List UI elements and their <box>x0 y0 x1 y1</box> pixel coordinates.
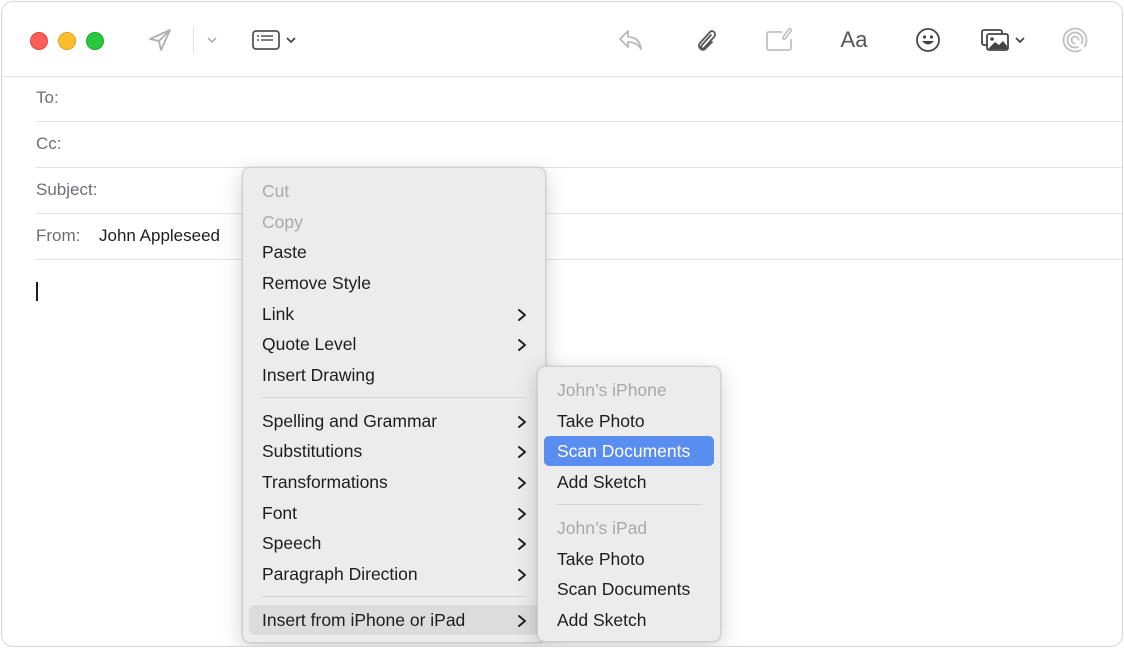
chevron-right-icon <box>517 445 527 464</box>
menu-item-copy[interactable]: Copy <box>249 207 539 237</box>
toolbar: Aa <box>2 2 1122 77</box>
attachment-icon <box>698 30 716 51</box>
zoom-button[interactable] <box>86 32 104 50</box>
submenu-item-label: Take Photo <box>557 411 645 431</box>
submenu-device-header: John’s iPad <box>544 513 714 543</box>
from-label: From: <box>36 226 81 245</box>
menu-item-label: Insert from iPhone or iPad <box>262 610 466 630</box>
menu-item-spelling-and-grammar[interactable]: Spelling and Grammar <box>249 406 539 436</box>
to-row[interactable]: To: <box>36 76 1122 122</box>
minimize-button[interactable] <box>58 32 76 50</box>
format-text-icon: Aa <box>840 27 868 52</box>
menu-item-label: Insert Drawing <box>262 365 375 385</box>
menu-item-label: Paragraph Direction <box>262 564 418 584</box>
chevron-right-icon <box>517 476 527 495</box>
submenu-device-header: John’s iPhone <box>544 375 714 405</box>
submenu-item-take-photo[interactable]: Take Photo <box>544 406 714 436</box>
menu-item-cut[interactable]: Cut <box>249 176 539 206</box>
device-name: John’s iPad <box>557 518 648 538</box>
menu-item-link[interactable]: Link <box>249 299 539 329</box>
chevron-down-icon <box>207 37 217 44</box>
menu-item-label: Remove Style <box>262 273 371 293</box>
menu-item-speech[interactable]: Speech <box>249 528 539 558</box>
reply-icon <box>619 30 642 50</box>
menu-item-insert-from-iphone-or-ipad[interactable]: Insert from iPhone or iPad <box>249 605 539 635</box>
annotate-button[interactable] <box>762 24 796 56</box>
chevron-right-icon <box>517 614 527 633</box>
menu-item-label: Paste <box>262 242 307 262</box>
submenu-item-label: Take Photo <box>557 549 645 569</box>
submenu-item-scan-documents[interactable]: Scan Documents <box>544 574 714 604</box>
cc-row[interactable]: Cc: <box>36 122 1122 168</box>
from-account-select[interactable]: John Appleseed <box>99 226 220 246</box>
submenu-item-label: Add Sketch <box>557 610 647 630</box>
menu-item-transformations[interactable]: Transformations <box>249 467 539 497</box>
reply-button[interactable] <box>614 24 648 56</box>
menu-item-label: Cut <box>262 181 290 201</box>
chevron-right-icon <box>517 507 527 526</box>
format-button[interactable]: Aa <box>836 24 872 56</box>
device-name: John’s iPhone <box>557 380 667 400</box>
chevron-right-icon <box>517 568 527 587</box>
menu-item-label: Speech <box>262 533 322 553</box>
submenu-item-add-sketch[interactable]: Add Sketch <box>544 467 714 497</box>
header-fields-icon <box>252 30 280 50</box>
menu-separator <box>262 397 526 398</box>
chevron-right-icon <box>517 308 527 327</box>
photo-browser-icon <box>981 29 1009 51</box>
attach-button[interactable] <box>690 24 722 56</box>
chevron-down-icon <box>1015 37 1025 44</box>
submenu-item-scan-documents[interactable]: Scan Documents <box>544 436 714 466</box>
chevron-right-icon <box>517 338 527 357</box>
menu-separator <box>262 596 526 597</box>
menu-item-paragraph-direction[interactable]: Paragraph Direction <box>249 559 539 589</box>
mail-compose-window: Aa To: Cc: Subject: From: John Appleseed… <box>1 1 1123 647</box>
menu-item-insert-drawing[interactable]: Insert Drawing <box>249 360 539 390</box>
menu-item-remove-style[interactable]: Remove Style <box>249 268 539 298</box>
chevron-right-icon <box>517 537 527 556</box>
to-label: To: <box>36 88 59 107</box>
menu-item-label: Link <box>262 304 295 324</box>
chevron-right-icon <box>517 415 527 434</box>
submenu-item-label: Scan Documents <box>557 579 691 599</box>
menu-item-font[interactable]: Font <box>249 498 539 528</box>
cc-label: Cc: <box>36 134 62 153</box>
send-options-button[interactable] <box>202 24 222 56</box>
menu-item-paste[interactable]: Paste <box>249 237 539 267</box>
header-fields-button[interactable] <box>248 24 300 56</box>
menu-item-label: Font <box>262 503 298 523</box>
submenu-item-label: Scan Documents <box>557 441 691 461</box>
context-menu: Cut Copy Paste Remove Style Link Quote Level I… <box>242 167 546 643</box>
emoji-button[interactable] <box>912 24 944 56</box>
insert-from-device-submenu: John’s iPhone Take Photo Scan Documents Add… <box>537 366 721 642</box>
from-row: From: John Appleseed <box>36 214 1122 260</box>
menu-item-label: Transformations <box>262 472 388 492</box>
toolbar-divider <box>193 26 194 54</box>
subject-label: Subject: <box>36 180 98 199</box>
menu-separator <box>557 504 701 505</box>
send-icon <box>149 29 171 51</box>
emoji-icon <box>916 28 940 52</box>
menu-item-label: Copy <box>262 212 303 232</box>
submenu-item-take-photo[interactable]: Take Photo <box>544 544 714 574</box>
close-button[interactable] <box>30 32 48 50</box>
menu-item-label: Quote Level <box>262 334 357 354</box>
submenu-item-add-sketch[interactable]: Add Sketch <box>544 605 714 635</box>
menu-item-substitutions[interactable]: Substitutions <box>249 436 539 466</box>
menu-item-label: Substitutions <box>262 441 363 461</box>
airdrop-button[interactable] <box>1058 24 1092 56</box>
chevron-down-icon <box>286 37 296 44</box>
submenu-item-label: Add Sketch <box>557 472 647 492</box>
menu-item-quote-level[interactable]: Quote Level <box>249 329 539 359</box>
photo-browser-button[interactable] <box>976 24 1030 56</box>
airdrop-icon <box>1062 27 1088 53</box>
send-button[interactable] <box>144 24 176 56</box>
annotate-icon <box>766 27 793 51</box>
text-cursor <box>36 282 38 301</box>
subject-row[interactable]: Subject: <box>36 168 1122 214</box>
menu-item-label: Spelling and Grammar <box>262 411 438 431</box>
